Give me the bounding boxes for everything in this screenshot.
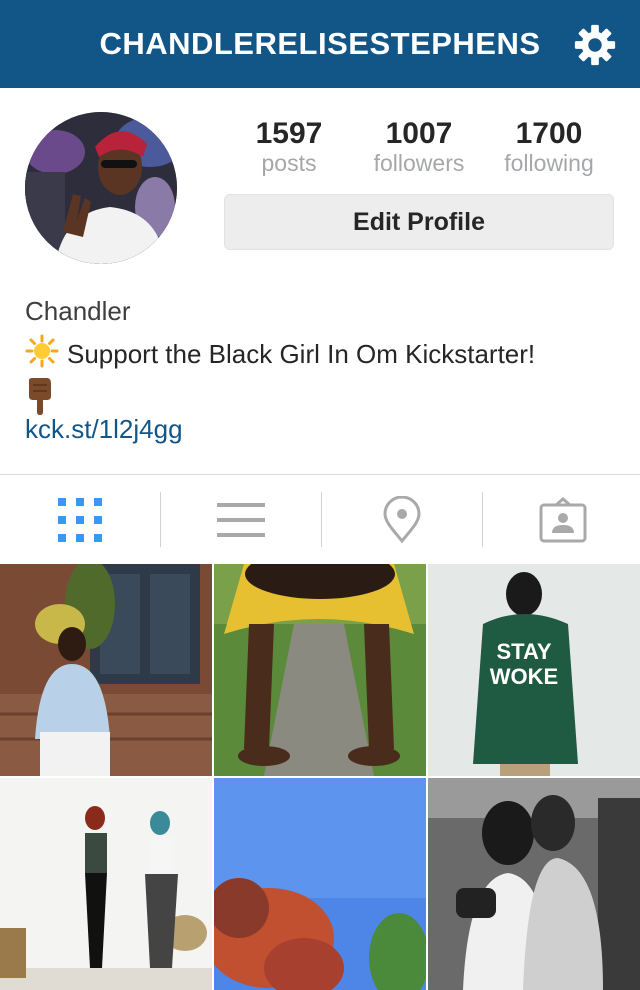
- edit-profile-button[interactable]: Edit Profile: [224, 194, 614, 250]
- following-count: 1700: [515, 117, 583, 150]
- photo-thumbnail[interactable]: [428, 778, 640, 990]
- profile-bio: Support the Black Girl In Om Kickstarter…: [25, 334, 620, 416]
- svg-text:STAY: STAY: [496, 639, 551, 664]
- username-title: CHANDLERELISESTEPHENS: [99, 26, 541, 61]
- posts-count: 1597: [255, 117, 323, 150]
- photo-thumbnail[interactable]: [214, 564, 426, 776]
- following-stat[interactable]: 1700 following: [484, 117, 614, 177]
- tab-location[interactable]: [322, 475, 482, 564]
- sun-emoji-icon: [25, 334, 59, 368]
- profile-link[interactable]: kck.st/1l2j4gg: [25, 414, 183, 445]
- following-label: following: [504, 150, 594, 176]
- svg-text:WOKE: WOKE: [490, 664, 558, 689]
- photo-grid: STAY WOKE: [0, 564, 640, 990]
- grid-icon: [58, 497, 102, 542]
- profile-avatar[interactable]: [25, 112, 177, 264]
- list-icon: [217, 502, 265, 537]
- followers-stat[interactable]: 1007 followers: [354, 117, 484, 177]
- followers-count: 1007: [385, 117, 453, 150]
- photo-thumbnail[interactable]: [0, 564, 212, 776]
- location-pin-icon: [383, 495, 421, 543]
- profile-name: Chandler: [25, 296, 131, 326]
- bio-text: Support the Black Girl In Om Kickstarter…: [67, 339, 536, 369]
- tab-tagged[interactable]: [483, 475, 640, 564]
- photo-thumbnail[interactable]: [0, 778, 212, 990]
- gear-icon[interactable]: [572, 22, 618, 68]
- posts-stat[interactable]: 1597 posts: [224, 117, 354, 177]
- posts-label: posts: [261, 150, 317, 176]
- profile-tabs: [0, 474, 640, 564]
- followers-label: followers: [373, 150, 465, 176]
- top-bar: CHANDLERELISESTEPHENS: [0, 0, 640, 88]
- photo-thumbnail[interactable]: [214, 778, 426, 990]
- photo-thumbnail[interactable]: STAY WOKE: [428, 564, 640, 776]
- tagged-photos-icon: [539, 496, 587, 542]
- tab-list[interactable]: [161, 475, 321, 564]
- tab-grid[interactable]: [0, 475, 160, 564]
- profile-stats: 1597 posts 1007 followers 1700 following: [224, 118, 614, 178]
- pointing-down-emoji-icon: [29, 378, 51, 415]
